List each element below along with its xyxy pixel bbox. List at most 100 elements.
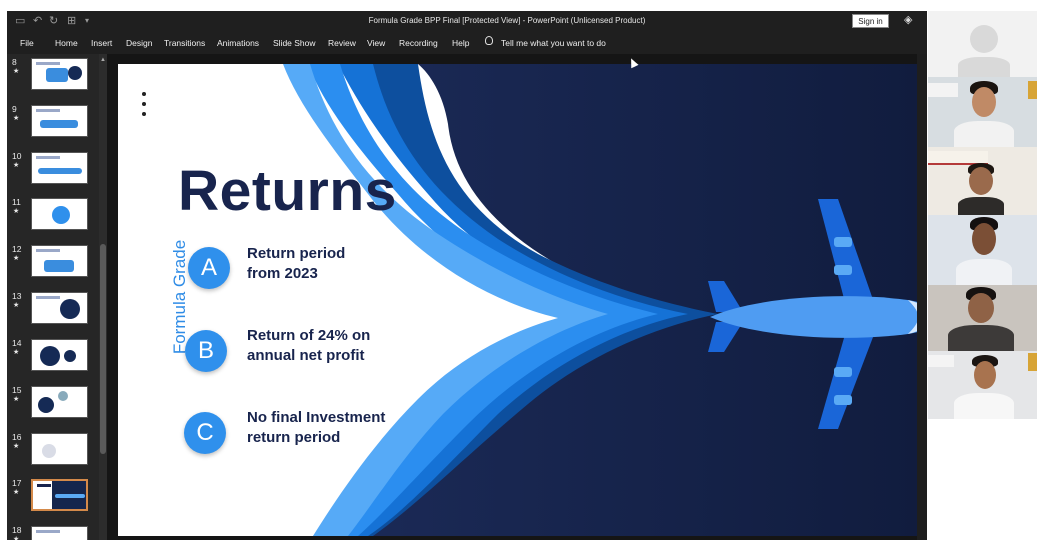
tab-recording[interactable]: Recording <box>399 38 438 49</box>
thumbnail-number: 13 <box>12 291 22 301</box>
video-participants-panel <box>928 11 1037 540</box>
tab-insert[interactable]: Insert <box>91 38 112 49</box>
slide-thumbnail[interactable] <box>31 198 88 230</box>
bullet-badge-b: B <box>185 330 227 372</box>
slide-edit-area: Returns Formula Grade A Return period fr… <box>107 54 927 540</box>
tab-file[interactable]: File <box>20 38 34 49</box>
thumbnail-number: 8 <box>12 57 17 67</box>
avatar-body <box>958 57 1010 77</box>
diamond-icon[interactable]: ◈ <box>904 13 912 26</box>
animation-star-icon: ★ <box>13 396 20 403</box>
participant-body <box>948 325 1014 351</box>
present-icon[interactable]: ⊞ <box>67 14 76 28</box>
slide-canvas[interactable]: Returns Formula Grade A Return period fr… <box>118 64 927 536</box>
redo-icon[interactable]: ↻ <box>49 14 58 28</box>
background-banner <box>1028 81 1037 99</box>
thumbnail-number: 18 <box>12 525 22 535</box>
avatar-icon <box>970 25 998 53</box>
participant-body <box>954 393 1014 419</box>
slide-background-art <box>283 64 927 536</box>
slide-thumbnail[interactable] <box>31 105 88 137</box>
participant-face <box>969 167 993 195</box>
thumbnail-number: 12 <box>12 244 22 254</box>
lightbulb-icon <box>485 36 493 45</box>
tab-view[interactable]: View <box>367 38 385 49</box>
slide-thumbnail[interactable] <box>31 58 88 90</box>
background-banner <box>928 355 954 367</box>
tab-animations[interactable]: Animations <box>217 38 259 49</box>
animation-star-icon: ★ <box>13 536 20 540</box>
screen: ▭ ↶ ↻ ⊞ ▾ Formula Grade BPP Final [Prote… <box>0 0 1037 540</box>
participant-body <box>958 197 1004 215</box>
scroll-up-icon[interactable]: ▲ <box>100 57 106 63</box>
slide-thumbnail-selected[interactable] <box>31 479 88 511</box>
participant-tile[interactable] <box>928 11 1037 77</box>
bullet-c-line1[interactable]: No final Investment <box>247 408 385 428</box>
bullet-badge-c: C <box>184 412 226 454</box>
slide-thumbnail[interactable] <box>31 386 88 418</box>
save-icon[interactable]: ▭ <box>15 14 25 28</box>
participant-face <box>972 87 996 117</box>
thumbnail-number: 9 <box>12 104 17 114</box>
slide-thumbnail[interactable] <box>31 152 88 184</box>
animation-star-icon: ★ <box>13 443 20 450</box>
slide-thumbnail[interactable] <box>31 245 88 277</box>
background-banner <box>1028 353 1037 371</box>
editor-scrollbar[interactable] <box>917 54 927 540</box>
thumbnail-number: 16 <box>12 432 22 442</box>
bullet-a-line1[interactable]: Return period <box>247 244 345 264</box>
animation-star-icon: ★ <box>13 68 20 75</box>
powerpoint-window: ▭ ↶ ↻ ⊞ ▾ Formula Grade BPP Final [Prote… <box>7 11 927 540</box>
animation-star-icon: ★ <box>13 302 20 309</box>
slide-thumbnail[interactable] <box>31 526 88 540</box>
thumbnail-number: 11 <box>12 197 21 207</box>
animation-star-icon: ★ <box>13 255 20 262</box>
sign-in-button[interactable]: Sign in <box>852 14 889 28</box>
tab-help[interactable]: Help <box>452 38 469 49</box>
customize-toolbar-icon[interactable]: ▾ <box>85 14 89 28</box>
thumbnail-number: 15 <box>12 385 22 395</box>
tab-design[interactable]: Design <box>126 38 152 49</box>
bullet-badge-a: A <box>188 247 230 289</box>
bullet-b-line2[interactable]: annual net profit <box>247 346 365 366</box>
participant-tile[interactable] <box>928 147 1037 215</box>
participant-body <box>956 259 1012 285</box>
animation-star-icon: ★ <box>13 349 20 356</box>
window-title: Formula Grade BPP Final [Protected View]… <box>368 16 646 25</box>
title-bar: ▭ ↶ ↻ ⊞ ▾ Formula Grade BPP Final [Prote… <box>7 11 927 32</box>
more-options-icon <box>142 92 148 122</box>
tab-review[interactable]: Review <box>328 38 356 49</box>
animation-star-icon: ★ <box>13 208 20 215</box>
thumbnail-number: 17 <box>12 478 22 488</box>
tell-me-search[interactable]: Tell me what you want to do <box>501 38 606 49</box>
scrollbar-thumb[interactable] <box>100 244 106 454</box>
participant-tile[interactable] <box>928 285 1037 351</box>
thumbnail-number: 10 <box>12 151 22 161</box>
undo-icon[interactable]: ↶ <box>33 14 42 28</box>
participant-face <box>972 223 996 255</box>
tab-transitions[interactable]: Transitions <box>164 38 205 49</box>
animation-star-icon: ★ <box>13 489 20 496</box>
participant-face <box>968 293 994 323</box>
ribbon-tabs: File Home Insert Design Transitions Anim… <box>7 32 927 54</box>
tab-slide-show[interactable]: Slide Show <box>273 38 316 49</box>
participant-face <box>974 361 996 389</box>
slide-thumbnail[interactable] <box>31 339 88 371</box>
slide-thumbnail-pane: 8 ★ 9 ★ 10 ★ 11 ★ 12 ★ 13 ★ 14 ★ 15 ★ 16… <box>7 54 107 540</box>
slide-thumbnail[interactable] <box>31 292 88 324</box>
background-banner <box>928 83 958 97</box>
bullet-c-line2[interactable]: return period <box>247 428 340 448</box>
tab-home[interactable]: Home <box>55 38 78 49</box>
participant-body <box>954 121 1014 147</box>
bullet-a-line2[interactable]: from 2023 <box>247 264 318 284</box>
slide-thumbnail[interactable] <box>31 433 88 465</box>
participant-tile[interactable] <box>928 351 1037 419</box>
thumbnail-scrollbar[interactable]: ▲ <box>99 54 107 540</box>
participant-tile[interactable] <box>928 215 1037 285</box>
bullet-b-line1[interactable]: Return of 24% on <box>247 326 370 346</box>
thumbnail-number: 14 <box>12 338 22 348</box>
animation-star-icon: ★ <box>13 162 20 169</box>
animation-star-icon: ★ <box>13 115 20 122</box>
participant-tile[interactable] <box>928 77 1037 147</box>
slide-title[interactable]: Returns <box>178 158 397 224</box>
